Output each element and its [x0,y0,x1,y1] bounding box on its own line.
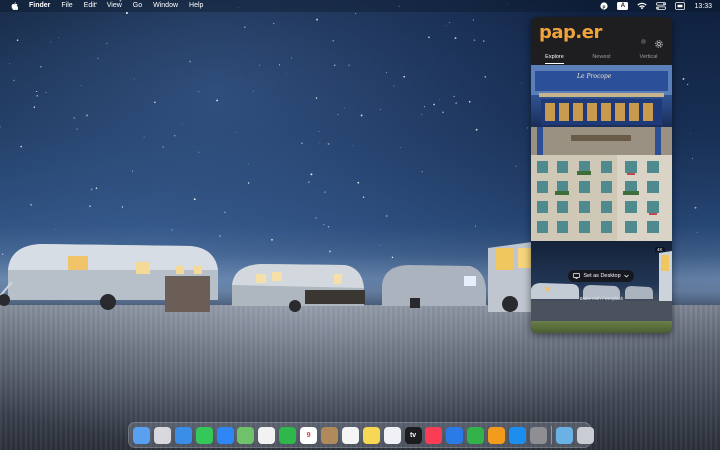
launchpad-icon[interactable] [153,426,171,444]
menu-go[interactable]: Go [133,0,142,12]
freeform-icon[interactable] [383,426,401,444]
wallpaper-thumbnail-trees[interactable] [531,321,672,333]
calendar-icon[interactable]: 9 [300,426,318,444]
wallpaper-thumbnail-cafe[interactable]: Le Procope [531,65,672,155]
keynote-icon[interactable] [446,426,464,444]
status-dot [641,39,646,44]
tab-vertical[interactable]: Vertical [625,52,672,64]
wifi-icon[interactable] [637,2,648,10]
contacts-icon[interactable] [321,426,339,444]
tab-explore[interactable]: Explore [531,52,578,64]
pages-icon[interactable] [488,426,506,444]
dock: 9 tv [128,422,594,448]
paper-logo: pap.er [539,22,602,43]
paper-header: pap.er Explore Newest Vertical [531,17,672,64]
menu-window[interactable]: Window [153,0,178,12]
resolution-badge: 4K [655,247,665,252]
menu-clock[interactable]: 13:33 [694,3,712,10]
gear-icon[interactable] [654,36,664,48]
downloads-folder-icon[interactable] [555,426,573,444]
photos-icon[interactable] [258,426,276,444]
trailer-far-right [488,242,532,312]
music-icon[interactable] [425,426,443,444]
mail-icon[interactable] [216,426,234,444]
wallpaper-thumbnail-building[interactable] [531,155,672,241]
notes-icon[interactable] [362,426,380,444]
input-source-label: A [620,3,626,9]
menu-help[interactable]: Help [189,0,203,12]
numbers-icon[interactable] [467,426,485,444]
facetime-icon[interactable] [279,426,297,444]
control-center-icon[interactable] [656,2,667,10]
trailer-left [0,244,218,312]
set-as-desktop-button[interactable]: Set as Desktop [568,270,634,282]
trash-icon[interactable] [576,426,594,444]
set-as-desktop-label: Set as Desktop [583,273,621,279]
menu-app-name[interactable]: Finder [29,0,50,12]
paper-wallpaper-popover: pap.er Explore Newest Vertical Le Procop… [531,17,672,333]
messages-icon[interactable] [195,426,213,444]
menu-file[interactable]: File [61,0,72,12]
tab-newest[interactable]: Newest [578,52,625,64]
reminders-icon[interactable] [341,426,359,444]
finder-icon[interactable] [133,426,150,444]
dock-separator [550,426,552,444]
trailer-middle [232,264,365,312]
photo-credit[interactable]: Blake Irish / Unsplash [531,296,672,301]
cafe-sign: Le Procope [577,73,612,80]
wallpaper-thumbnail-campsite[interactable]: 4K Set as Desktop Blake Irish / Unsplash [531,241,672,321]
chevron-down-icon[interactable] [623,274,629,278]
svg-text:p: p [603,5,606,10]
maps-icon[interactable] [237,426,255,444]
trailer-right [382,265,486,308]
paper-app-icon[interactable]: p [600,2,609,10]
tv-icon[interactable]: tv [404,426,422,444]
input-source-icon[interactable]: A [617,2,629,10]
safari-icon[interactable] [174,426,192,444]
monitor-icon [573,273,581,279]
app-store-icon[interactable] [509,426,527,444]
paper-tabs: Explore Newest Vertical [531,52,672,64]
screen-record-icon[interactable] [675,2,686,10]
menu-bar: Finder File Edit View Go Window Help p A… [0,0,720,12]
menu-view[interactable]: View [107,0,122,12]
system-settings-icon[interactable] [529,426,547,444]
menu-edit[interactable]: Edit [84,0,96,12]
apple-logo-icon[interactable] [10,1,18,11]
